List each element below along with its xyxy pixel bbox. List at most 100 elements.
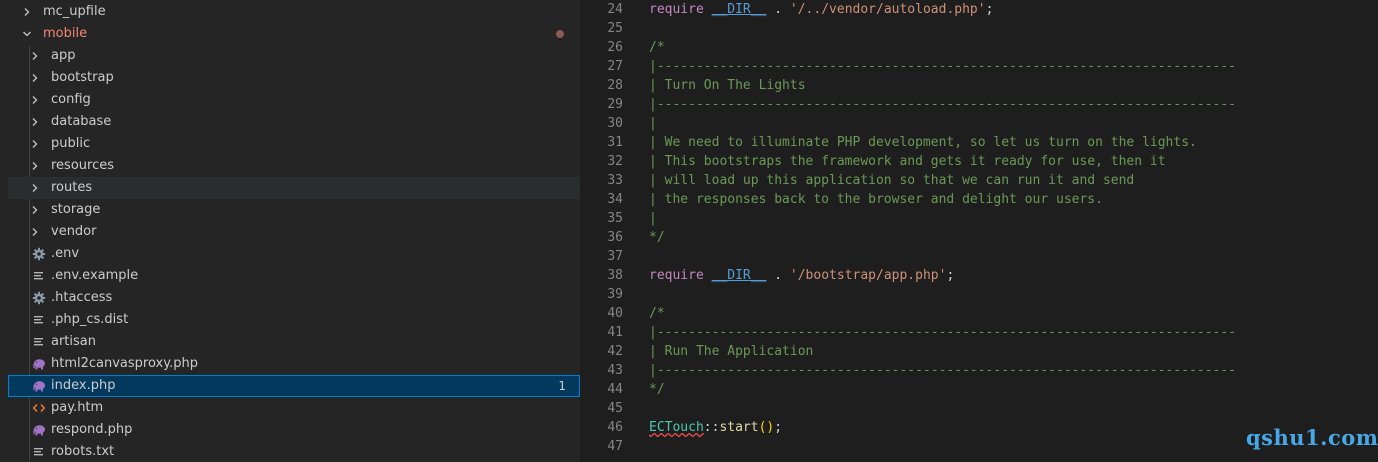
- code-token: | the responses back to the browser and …: [649, 192, 1103, 207]
- code-token: */: [649, 382, 665, 397]
- tree-item-label: artisan: [51, 334, 96, 349]
- folder-storage[interactable]: storage: [8, 199, 580, 221]
- code-line[interactable]: 36 */: [580, 228, 1378, 247]
- code-line[interactable]: 30 |: [580, 114, 1378, 133]
- code-line[interactable]: 26 /*: [580, 38, 1378, 57]
- code-token: |---------------------------------------…: [649, 59, 1236, 74]
- code-text: |---------------------------------------…: [649, 323, 1236, 342]
- code-line[interactable]: 25: [580, 19, 1378, 38]
- folder-vendor[interactable]: vendor: [8, 221, 580, 243]
- code-token: ECTouch: [649, 420, 704, 435]
- chevron-right-icon[interactable]: [27, 67, 43, 89]
- line-number: 27: [607, 59, 623, 74]
- code-token: | This bootstraps the framework and gets…: [649, 154, 1166, 169]
- line-number: 25: [607, 21, 623, 36]
- tree-item-label: .htaccess: [51, 290, 113, 305]
- code-line[interactable]: 42 | Run The Application: [580, 342, 1378, 361]
- code-text: | Turn On The Lights: [649, 76, 806, 95]
- chevron-right-icon[interactable]: [27, 133, 43, 155]
- chevron-right-icon[interactable]: [27, 177, 43, 199]
- code-line[interactable]: 38 require __DIR__ . '/bootstrap/app.php'…: [580, 266, 1378, 285]
- file-index-php[interactable]: index.php 1: [8, 375, 580, 397]
- file-dot-env-example[interactable]: .env.example: [8, 265, 580, 287]
- code-line[interactable]: 32 | This bootstraps the framework and ge…: [580, 152, 1378, 171]
- tree-item-label: app: [51, 48, 76, 63]
- line-number: 31: [607, 135, 623, 150]
- tree-item-label: mc_upfile: [43, 4, 106, 19]
- chevron-right-icon[interactable]: [27, 221, 43, 243]
- code-text: | will load up this application so that …: [649, 171, 1134, 190]
- code-token: .: [766, 2, 790, 17]
- file-respond-php[interactable]: respond.php: [8, 419, 580, 441]
- folder-resources[interactable]: resources: [8, 155, 580, 177]
- folder-mc-upfile[interactable]: mc_upfile: [8, 1, 580, 23]
- php-elephant-icon: [31, 419, 47, 441]
- code-text: */: [649, 380, 665, 399]
- code-token: __DIR__: [711, 2, 767, 17]
- code-token: __DIR__: [711, 268, 767, 283]
- code-line[interactable]: 35 |: [580, 209, 1378, 228]
- code-token: .: [766, 268, 790, 283]
- code-line[interactable]: 31 | We need to illuminate PHP developmen…: [580, 133, 1378, 152]
- chevron-right-icon[interactable]: [19, 1, 35, 23]
- code-line[interactable]: 44 */: [580, 380, 1378, 399]
- code-token: |: [649, 116, 657, 131]
- code-token: |---------------------------------------…: [649, 325, 1236, 340]
- line-number: 40: [607, 306, 623, 321]
- lines-icon: [31, 265, 47, 287]
- tree-item-label: bootstrap: [51, 70, 114, 85]
- code-token: | Run The Application: [649, 344, 814, 359]
- file-pay-htm[interactable]: pay.htm: [8, 397, 580, 419]
- code-editor[interactable]: 24 require __DIR__ . '/../vendor/autoload…: [580, 0, 1378, 462]
- folder-public[interactable]: public: [8, 133, 580, 155]
- line-number: 47: [607, 439, 623, 454]
- tree-item-label: index.php: [51, 378, 116, 393]
- code-line[interactable]: 34 | the responses back to the browser an…: [580, 190, 1378, 209]
- lines-icon: [31, 441, 47, 462]
- chevron-right-icon[interactable]: [27, 89, 43, 111]
- file-robots-txt[interactable]: robots.txt: [8, 441, 580, 462]
- code-line[interactable]: 39: [580, 285, 1378, 304]
- code-text: | We need to illuminate PHP development,…: [649, 133, 1197, 152]
- file-dot-env[interactable]: .env: [8, 243, 580, 265]
- file-html2canvasproxy-php[interactable]: html2canvasproxy.php: [8, 353, 580, 375]
- code-line[interactable]: 37: [580, 247, 1378, 266]
- folder-config[interactable]: config: [8, 89, 580, 111]
- folder-bootstrap[interactable]: bootstrap: [8, 67, 580, 89]
- code-line[interactable]: 40 /*: [580, 304, 1378, 323]
- folder-app[interactable]: app: [8, 45, 580, 67]
- lines-icon: [31, 309, 47, 331]
- tree-item-label: .env.example: [51, 268, 139, 283]
- chevron-right-icon[interactable]: [27, 155, 43, 177]
- code-text: | Run The Application: [649, 342, 813, 361]
- code-line[interactable]: 43 |-------------------------------------…: [580, 361, 1378, 380]
- file-dot-htaccess[interactable]: .htaccess: [8, 287, 580, 309]
- chevron-right-icon[interactable]: [27, 45, 43, 67]
- folder-mobile[interactable]: mobile: [8, 23, 580, 45]
- line-number: 41: [607, 325, 623, 340]
- code-line[interactable]: 41 |-------------------------------------…: [580, 323, 1378, 342]
- code-line[interactable]: 29 |-------------------------------------…: [580, 95, 1378, 114]
- file-explorer: mc_upfilemobile app bootstrap config databas…: [0, 0, 580, 462]
- code-token: |: [649, 211, 657, 226]
- folder-routes[interactable]: routes: [8, 177, 580, 199]
- tree-item-label: routes: [51, 180, 93, 195]
- code-line[interactable]: 33 | will load up this application so tha…: [580, 171, 1378, 190]
- file-dot-php-cs-dist[interactable]: .php_cs.dist: [8, 309, 580, 331]
- chevron-right-icon[interactable]: [27, 199, 43, 221]
- folder-database[interactable]: database: [8, 111, 580, 133]
- code-line[interactable]: 24 require __DIR__ . '/../vendor/autoload…: [580, 0, 1378, 19]
- chevron-right-icon[interactable]: [27, 111, 43, 133]
- code-line[interactable]: 28 | Turn On The Lights: [580, 76, 1378, 95]
- file-artisan[interactable]: artisan: [8, 331, 580, 353]
- code-line[interactable]: 45: [580, 399, 1378, 418]
- line-number: 28: [607, 78, 623, 93]
- code-text: |: [649, 114, 657, 133]
- code-token: ;: [985, 2, 994, 17]
- chevron-down-icon[interactable]: [19, 23, 35, 45]
- code-line[interactable]: 27 |-------------------------------------…: [580, 57, 1378, 76]
- code-token: start: [719, 420, 759, 435]
- tree-item-label: storage: [51, 202, 101, 217]
